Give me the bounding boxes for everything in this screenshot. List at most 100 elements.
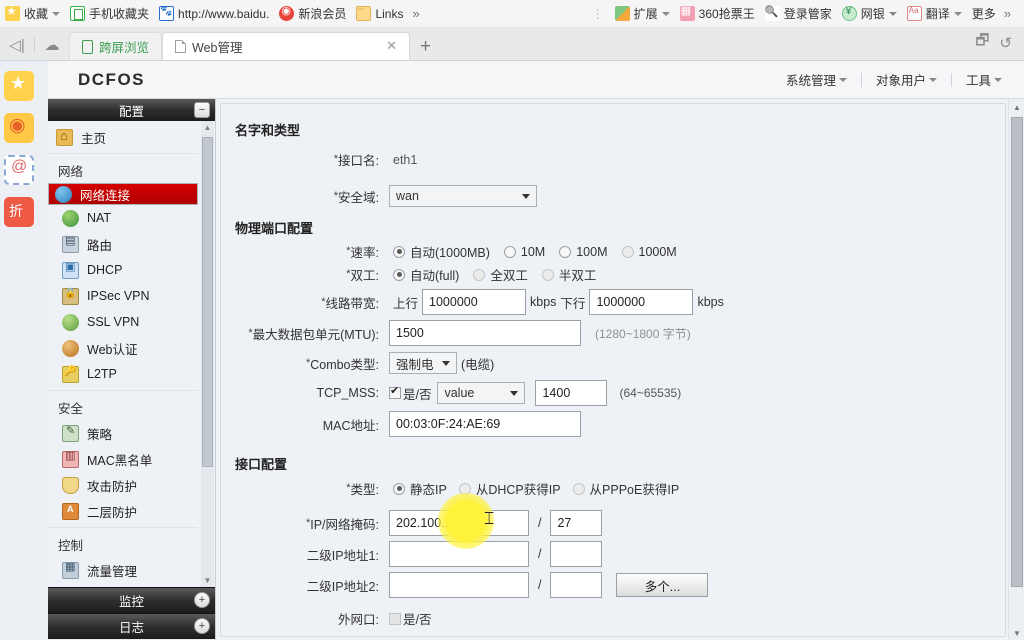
sidebar-item-nat[interactable]: NAT: [48, 205, 198, 231]
content-scrollbar[interactable]: ▲ ▼: [1008, 99, 1024, 640]
tcp-mss-select[interactable]: value: [437, 382, 526, 404]
new-tab-button[interactable]: +: [410, 36, 441, 60]
sidebar-item-label: 攻击防护: [87, 479, 138, 494]
radio-speed-10m[interactable]: 10M: [503, 245, 545, 259]
sidebar-item-attack-protection[interactable]: 攻击防护: [48, 472, 198, 498]
bookmarks-overflow-icon[interactable]: »: [408, 6, 423, 21]
bandwidth-up-input[interactable]: [422, 289, 527, 315]
radio-duplex-full[interactable]: 全双工: [473, 265, 528, 284]
weibo-icon[interactable]: [4, 113, 34, 143]
sidebar-panel-title: 监控: [118, 595, 144, 609]
bandwidth-down-input[interactable]: [589, 289, 694, 315]
scroll-up-icon[interactable]: ▲: [1009, 99, 1024, 115]
secondary-mask-1-input[interactable]: [550, 541, 603, 567]
close-icon[interactable]: ✕: [372, 38, 397, 54]
sidebar-item-home[interactable]: 主页: [48, 124, 198, 150]
radio-duplex-auto[interactable]: 自动(full): [393, 265, 459, 284]
mac-address-input[interactable]: [389, 411, 581, 437]
topnav-object-user[interactable]: 对象用户: [862, 70, 951, 89]
expand-icon[interactable]: +: [194, 618, 210, 634]
arp-icon: [62, 502, 79, 520]
bookmark-links[interactable]: Links: [351, 4, 408, 23]
tcp-mss-checkbox[interactable]: [389, 384, 401, 399]
restore-down-icon[interactable]: 🗗: [975, 30, 989, 55]
bookmark-sina[interactable]: 新浪会员: [274, 3, 351, 24]
tab-cross-screen[interactable]: 跨屏浏览: [69, 32, 163, 60]
topnav-tools[interactable]: 工具: [952, 70, 1016, 89]
collapse-icon[interactable]: −: [194, 102, 210, 118]
scrollbar-thumb[interactable]: [202, 137, 213, 467]
secondary-ip-1-input[interactable]: [389, 541, 529, 567]
toolbar-login-manager[interactable]: 登录管家: [760, 3, 837, 24]
page-icon: [175, 39, 187, 53]
ip-separator: /: [538, 547, 542, 561]
app-topnav: 系统管理 对象用户 工具: [772, 61, 1016, 98]
bookmark-favorites[interactable]: 收藏: [0, 3, 65, 24]
login-manager-icon: [764, 6, 780, 21]
toolbar-bank[interactable]: 网银: [837, 3, 902, 24]
secondary-ip-2-input[interactable]: [389, 572, 529, 598]
tab-web-admin[interactable]: Web管理 ✕: [162, 32, 411, 60]
toolbar-360-ticket[interactable]: 360抢票王: [675, 3, 760, 24]
sidebar-item-dhcp[interactable]: DHCP: [48, 257, 198, 283]
home-icon: [56, 128, 73, 146]
folder-icon: [356, 6, 372, 21]
select-value: wan: [396, 189, 419, 203]
multiple-ip-button[interactable]: 多个...: [616, 573, 709, 597]
mtu-input[interactable]: [389, 320, 581, 346]
topnav-system-admin[interactable]: 系统管理: [772, 70, 861, 89]
radio-icon: [559, 245, 572, 258]
back-arrow-icon[interactable]: ◁|: [0, 30, 34, 60]
radio-pppoe-ip[interactable]: 从PPPoE获得IP: [572, 479, 679, 498]
radio-label: 静态IP: [410, 483, 447, 497]
sidebar-item-route[interactable]: 路由: [48, 231, 198, 257]
sidebar-item-ssl-vpn[interactable]: SSL VPN: [48, 309, 198, 335]
ip-address-input[interactable]: 202.100.1.1: [389, 510, 529, 536]
radio-duplex-half[interactable]: 半双工: [541, 265, 596, 284]
radio-dhcp-ip[interactable]: 从DHCP获得IP: [458, 479, 561, 498]
undo-icon[interactable]: ↺: [999, 34, 1012, 52]
radio-speed-auto[interactable]: 自动(1000MB): [393, 242, 490, 261]
discount-icon[interactable]: [4, 197, 34, 227]
wan-port-checkbox[interactable]: [389, 612, 401, 625]
sidebar-item-ipsec-vpn[interactable]: IPSec VPN: [48, 283, 198, 309]
radio-speed-1000m[interactable]: 1000M: [621, 245, 677, 259]
bookmark-mobile-favorites[interactable]: 手机收藏夹: [65, 3, 154, 24]
expand-icon[interactable]: +: [194, 592, 210, 608]
sidebar-item-layer2-protection[interactable]: 二层防护: [48, 498, 198, 524]
bookmark-baidu[interactable]: http://www.baidu.: [154, 4, 274, 23]
sidebar-panel-monitor[interactable]: 监控 +: [48, 587, 215, 613]
security-zone-select[interactable]: wan: [389, 185, 537, 207]
cloud-icon[interactable]: ☁: [35, 30, 69, 60]
sidebar-item-network-connection[interactable]: 网络连接: [48, 183, 198, 205]
sidebar-item-mac-blacklist[interactable]: MAC黑名单: [48, 446, 198, 472]
radio-speed-100m[interactable]: 100M: [559, 245, 608, 259]
sidebar-item-l2tp[interactable]: L2TP: [48, 361, 198, 387]
scrollbar-thumb[interactable]: [1011, 117, 1023, 587]
sidebar-scrollbar[interactable]: ▲ ▼: [201, 121, 214, 587]
field-row-ip-type: 类型: 静态IP 从DHCP获得IP 从PPPoE获得IP: [221, 479, 991, 498]
sidebar-item-policy[interactable]: 策略: [48, 420, 198, 446]
sidebar-panel-log[interactable]: 日志 +: [48, 613, 215, 639]
section-title-interface-config: 接口配置: [235, 457, 288, 472]
toolbar-extensions[interactable]: 扩展: [610, 3, 675, 24]
combo-type-select[interactable]: 强制电: [389, 352, 457, 374]
bookmark-label: http://www.baidu.: [178, 6, 270, 21]
radio-static-ip[interactable]: 静态IP: [393, 479, 447, 498]
tcp-mss-input[interactable]: [535, 380, 608, 406]
chevron-down-icon: [52, 11, 61, 16]
at-mention-icon[interactable]: [4, 155, 34, 185]
field-label: 外网口:: [338, 613, 379, 627]
scroll-down-icon[interactable]: ▼: [201, 574, 214, 587]
favorites-star-icon[interactable]: [4, 71, 34, 101]
toolbar-more[interactable]: 更多 »: [967, 3, 1020, 24]
secondary-mask-2-input[interactable]: [550, 572, 603, 598]
sidebar-panel-config-header[interactable]: 配置 −: [48, 99, 215, 121]
sidebar-item-web-auth[interactable]: Web认证: [48, 335, 198, 361]
field-row-duplex: 双工: 自动(full) 全双工 半双工: [221, 265, 981, 284]
netmask-input[interactable]: [550, 510, 603, 536]
sidebar-item-traffic-management[interactable]: 流量管理: [48, 557, 198, 583]
scroll-up-icon[interactable]: ▲: [201, 121, 214, 134]
toolbar-translate[interactable]: 翻译: [902, 3, 967, 24]
scroll-down-icon[interactable]: ▼: [1009, 625, 1024, 640]
